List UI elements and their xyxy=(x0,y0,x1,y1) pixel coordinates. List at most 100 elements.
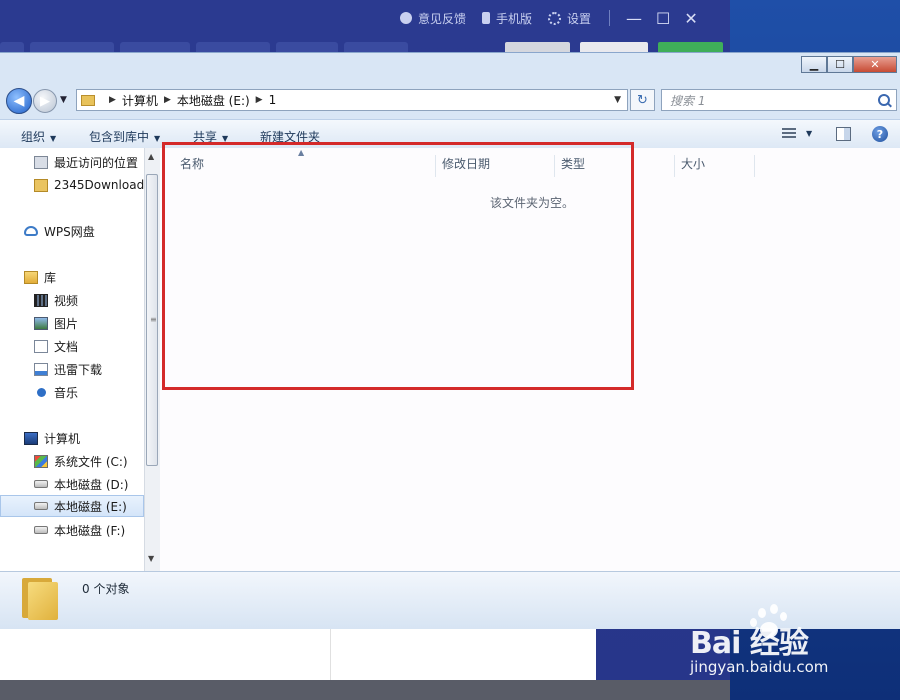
scroll-down-icon[interactable]: ▼ xyxy=(148,554,154,563)
folder-icon xyxy=(81,94,95,106)
cloud-icon xyxy=(24,226,38,236)
folder-icon xyxy=(34,178,48,192)
nav-item-computer[interactable]: 计算机 xyxy=(0,427,144,449)
nav-item-label: 本地磁盘 (D:) xyxy=(54,477,129,492)
breadcrumb-drive-e[interactable]: 本地磁盘 (E:) xyxy=(177,92,250,109)
settings-label: 设置 xyxy=(567,11,592,26)
maximize-icon[interactable]: ☐ xyxy=(656,9,670,28)
chevron-down-icon[interactable]: ▼ xyxy=(806,129,812,138)
help-icon[interactable]: ? xyxy=(872,126,888,142)
annotation-highlight-box xyxy=(162,142,634,390)
topbar-divider xyxy=(609,10,611,26)
item-count: 0 个对象 xyxy=(82,582,130,596)
nav-item-label: 本地磁盘 (F:) xyxy=(54,523,126,538)
background-panel-divider xyxy=(330,628,331,680)
chevron-right-icon[interactable]: ▶ xyxy=(164,95,171,105)
organize-button[interactable]: 组织 ▼ xyxy=(21,128,56,145)
close-button[interactable]: ✕ xyxy=(853,56,897,73)
nav-item-label: 库 xyxy=(44,270,57,285)
folder-icon xyxy=(22,578,58,620)
grip-icon: ≡ xyxy=(150,315,157,324)
nav-item-video[interactable]: 视频 xyxy=(0,289,144,311)
mobile-label: 手机版 xyxy=(496,11,533,26)
film-icon xyxy=(34,293,48,307)
maximize-icon: ☐ xyxy=(835,58,845,71)
back-button[interactable]: ◀ xyxy=(6,88,32,114)
nav-item-drive-c[interactable]: 系统文件 (C:) xyxy=(0,450,144,472)
close-icon[interactable]: ✕ xyxy=(684,9,697,28)
nav-item-pictures[interactable]: 图片 xyxy=(0,312,144,334)
organize-label: 组织 xyxy=(21,130,46,144)
nav-item-drive-e[interactable]: 本地磁盘 (E:) xyxy=(0,495,144,517)
address-row: ◀ ▶ ▼ ▶ 计算机 ▶ 本地磁盘 (E:) ▶ 1 ▼ ↻ 搜索 1 xyxy=(0,85,900,117)
window-controls: ▁ ☐ ✕ xyxy=(801,56,897,73)
nav-item-label: 本地磁盘 (E:) xyxy=(54,499,127,514)
nav-item-label: 最近访问的位置 xyxy=(54,155,139,170)
document-icon xyxy=(34,339,48,353)
mobile-link[interactable]: 手机版 xyxy=(482,10,532,27)
chevron-right-icon[interactable]: ▶ xyxy=(109,95,116,105)
nav-item-music[interactable]: 音乐 xyxy=(0,381,144,403)
chevron-right-icon[interactable]: ▶ xyxy=(256,95,263,105)
hard-drive-icon xyxy=(34,526,48,534)
background-app-panel xyxy=(0,628,596,680)
nav-item-label: 系统文件 (C:) xyxy=(54,454,128,469)
background-app-topbar: 意见反馈 手机版 设置 — ☐ ✕ xyxy=(400,0,730,36)
download-folder-icon xyxy=(34,362,48,376)
include-in-library-button[interactable]: 包含到库中 ▼ xyxy=(89,128,160,145)
minimize-icon[interactable]: — xyxy=(626,9,642,28)
close-icon: ✕ xyxy=(870,58,880,71)
hard-drive-icon xyxy=(34,480,48,488)
scrollbar-thumb[interactable]: ≡ xyxy=(146,174,158,466)
chevron-down-icon[interactable]: ▼ xyxy=(614,95,621,105)
minimize-button[interactable]: ▁ xyxy=(801,56,827,73)
search-box[interactable]: 搜索 1 xyxy=(661,89,897,111)
nav-item-thunder[interactable]: 迅雷下载 xyxy=(0,358,144,380)
nav-item-downloads[interactable]: 2345Downloads xyxy=(0,174,144,196)
chat-bubble-icon xyxy=(400,12,412,24)
navigation-scrollbar[interactable]: ▲ ≡ ▼ xyxy=(144,148,160,571)
preview-pane-icon[interactable] xyxy=(836,127,851,141)
navigation-pane: 最近访问的位置 2345Downloads WPS网盘 库 视频 图片 文档 迅… xyxy=(0,148,144,571)
arrow-left-icon: ◀ xyxy=(13,93,25,109)
feedback-link[interactable]: 意见反馈 xyxy=(400,10,466,27)
column-header-size[interactable]: 大小 xyxy=(675,155,755,177)
nav-item-label: WPS网盘 xyxy=(44,224,95,239)
nav-item-label: 计算机 xyxy=(44,431,81,446)
nav-item-label: 文档 xyxy=(54,339,79,354)
nav-item-libraries[interactable]: 库 xyxy=(0,266,144,288)
breadcrumb-computer[interactable]: 计算机 xyxy=(122,92,158,109)
library-icon xyxy=(24,270,38,284)
scroll-up-icon[interactable]: ▲ xyxy=(148,152,154,161)
picture-icon xyxy=(34,316,48,330)
background-bottom-strip xyxy=(0,680,730,700)
phone-icon xyxy=(482,12,491,24)
address-bar[interactable]: ▶ 计算机 ▶ 本地磁盘 (E:) ▶ 1 ▼ xyxy=(76,89,628,111)
nav-item-label: 2345Downloads xyxy=(54,178,144,192)
recent-places-icon xyxy=(34,155,48,169)
search-icon[interactable] xyxy=(878,94,890,106)
nav-item-recent[interactable]: 最近访问的位置 xyxy=(0,151,144,173)
breadcrumb-folder-1[interactable]: 1 xyxy=(269,93,277,107)
nav-item-wps[interactable]: WPS网盘 xyxy=(0,220,144,242)
include-in-library-label: 包含到库中 xyxy=(89,130,150,144)
nav-item-drive-d[interactable]: 本地磁盘 (D:) xyxy=(0,473,144,495)
nav-item-drive-f[interactable]: 本地磁盘 (F:) xyxy=(0,519,144,541)
nav-item-label: 视频 xyxy=(54,293,79,308)
refresh-icon: ↻ xyxy=(637,92,648,108)
refresh-button[interactable]: ↻ xyxy=(630,89,655,111)
search-placeholder: 搜索 1 xyxy=(670,93,706,108)
nav-item-documents[interactable]: 文档 xyxy=(0,335,144,357)
history-dropdown[interactable]: ▼ xyxy=(60,95,67,105)
details-pane: 0 个对象 xyxy=(0,571,900,629)
nav-item-label: 图片 xyxy=(54,316,79,331)
windows-drive-icon xyxy=(34,454,48,468)
background-window-controls: — ☐ ✕ xyxy=(626,9,698,28)
feedback-label: 意见反馈 xyxy=(418,11,467,26)
settings-link[interactable]: 设置 xyxy=(548,10,591,27)
file-list[interactable]: ▲ 名称 修改日期 类型 大小 该文件夹为空。 xyxy=(160,142,900,571)
maximize-button[interactable]: ☐ xyxy=(827,56,853,73)
view-options-icon[interactable] xyxy=(782,128,796,140)
forward-button[interactable]: ▶ xyxy=(33,89,57,113)
music-note-icon xyxy=(37,387,46,397)
